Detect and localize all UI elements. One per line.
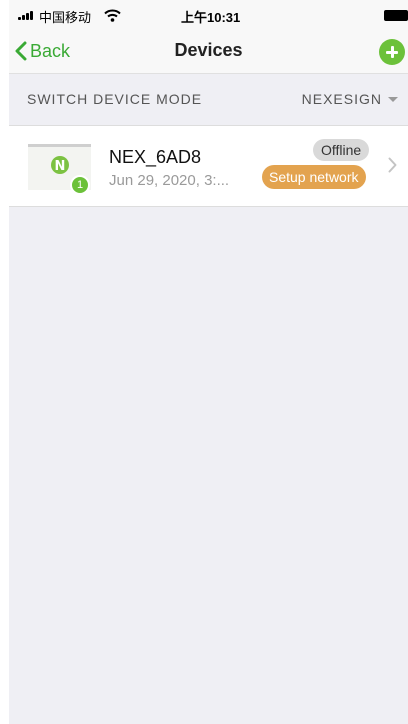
mode-value: NEXESIGN [301,91,382,107]
device-list-item[interactable]: N 1 NEX_6AD8 Jun 29, 2020, 3:... Offline… [9,125,408,207]
chevron-right-icon [388,157,397,173]
carrier-label: 中国移动 [39,10,92,25]
plus-circle-icon[interactable] [379,39,405,65]
battery-icon [384,10,408,21]
mode-dropdown[interactable]: NEXESIGN [302,91,398,107]
signal-icon [18,11,36,20]
device-name: NEX_6AD8 [109,147,202,167]
app-frame: 中国移动 上午10:31 Back Devices SWITCH DEVICE … [9,0,408,724]
clock: 上午10:31 [181,10,241,25]
cloud-logo-icon: N [51,156,69,174]
device-date: Jun 29, 2020, 3:... [109,172,230,189]
device-mode-row: SWITCH DEVICE MODE NEXESIGN [9,74,408,124]
caret-down-icon [388,96,398,102]
switch-mode-label: SWITCH DEVICE MODE [27,91,203,107]
page-title: Devices [174,40,243,60]
svg-text:N: N [55,159,66,174]
status-badge: Offline [313,139,370,161]
count-badge: 1 [70,175,90,195]
wifi-icon [104,9,121,22]
navigation-bar: Back Devices [9,30,408,74]
setup-network-button[interactable]: Setup network [262,165,366,189]
status-bar: 中国移动 上午10:31 [9,0,408,30]
